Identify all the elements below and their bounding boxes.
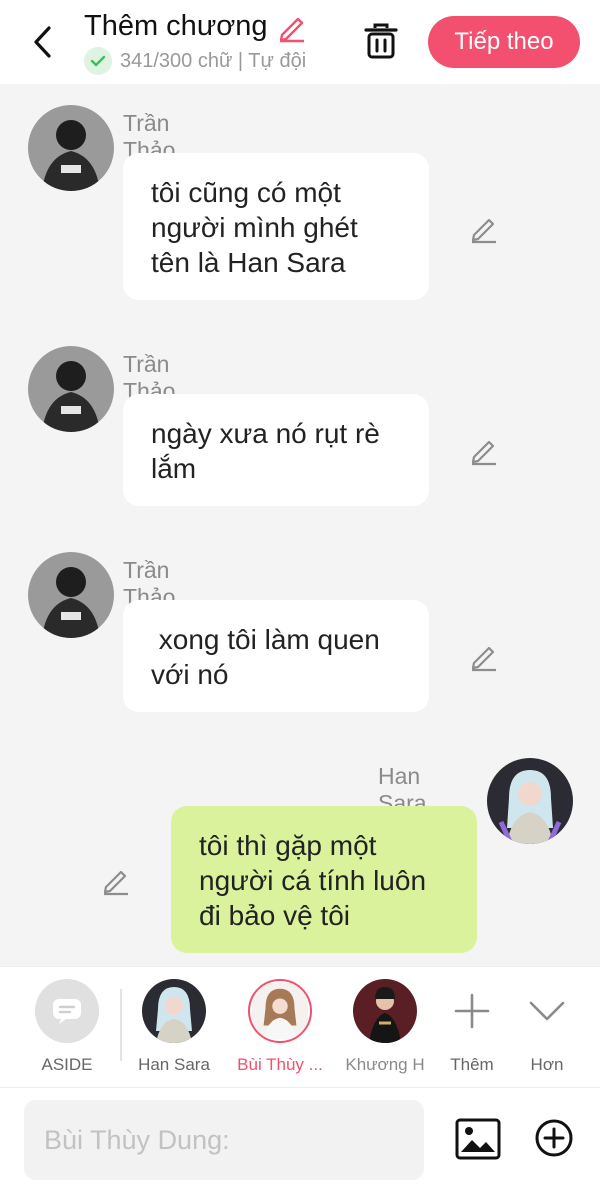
message-bubble[interactable]: tôi cũng có một người mình ghét tên là H… [123,153,429,300]
edit-icon[interactable] [100,864,132,896]
page-title: Thêm chương [84,10,268,42]
avatar[interactable] [28,552,114,638]
next-button[interactable]: Tiếp theo [428,16,580,68]
character-label: Khương H [345,1055,425,1074]
character-han-sara[interactable]: Han Sara [129,979,219,1075]
edit-icon[interactable] [468,434,500,466]
avatar [353,979,417,1043]
message-input[interactable] [24,1100,424,1180]
character-label: ASIDE [41,1055,93,1074]
character-label: Hơn [530,1055,564,1074]
avatar[interactable] [487,758,573,844]
avatar[interactable] [28,346,114,432]
edit-icon[interactable] [468,640,500,672]
divider [120,989,122,1061]
character-aside[interactable]: ASIDE [22,979,112,1075]
image-icon [455,1118,501,1160]
character-bui-thuy-dung[interactable]: Bùi Thùy ... [235,979,325,1075]
chevron-down-icon [515,979,579,1043]
chevron-left-icon [34,26,51,58]
check-icon [84,47,112,75]
plus-circle-icon [535,1119,573,1157]
message-bubble[interactable]: tôi thì gặp một người cá tính luôn đi bả… [171,806,477,953]
add-button[interactable] [534,1118,574,1158]
message-bubble[interactable]: ngày xưa nó rụt rè lắm [123,394,429,506]
character-label: Han Sara [138,1055,210,1074]
top-bar: Thêm chương 341/300 chữ | Tự đội Tiếp th… [0,0,600,84]
character-bar: ASIDE Han Sara Bùi Thùy ... Khương H Thê… [0,966,600,1088]
more-characters-button[interactable]: Hơn [502,979,592,1075]
avatar [248,979,312,1043]
edit-title-icon[interactable] [276,11,308,43]
character-khuong[interactable]: Khương H [340,979,430,1075]
delete-button[interactable] [360,20,402,62]
compose-bar [0,1088,600,1194]
back-button[interactable] [22,22,62,62]
aside-icon [35,979,99,1043]
title-block: Thêm chương 341/300 chữ | Tự đội [84,10,308,75]
insert-image-button[interactable] [455,1118,501,1160]
avatar[interactable] [28,105,114,191]
word-count-status: 341/300 chữ | Tự đội [120,49,307,72]
message-list: Trần Thảo Linh tôi cũng có một người mìn… [0,84,600,966]
avatar [142,979,206,1043]
character-label: Bùi Thùy ... [237,1055,323,1074]
message-bubble[interactable]: xong tôi làm quen với nó [123,600,429,712]
edit-icon[interactable] [468,212,500,244]
plus-icon [440,979,504,1043]
trash-icon [364,23,398,59]
